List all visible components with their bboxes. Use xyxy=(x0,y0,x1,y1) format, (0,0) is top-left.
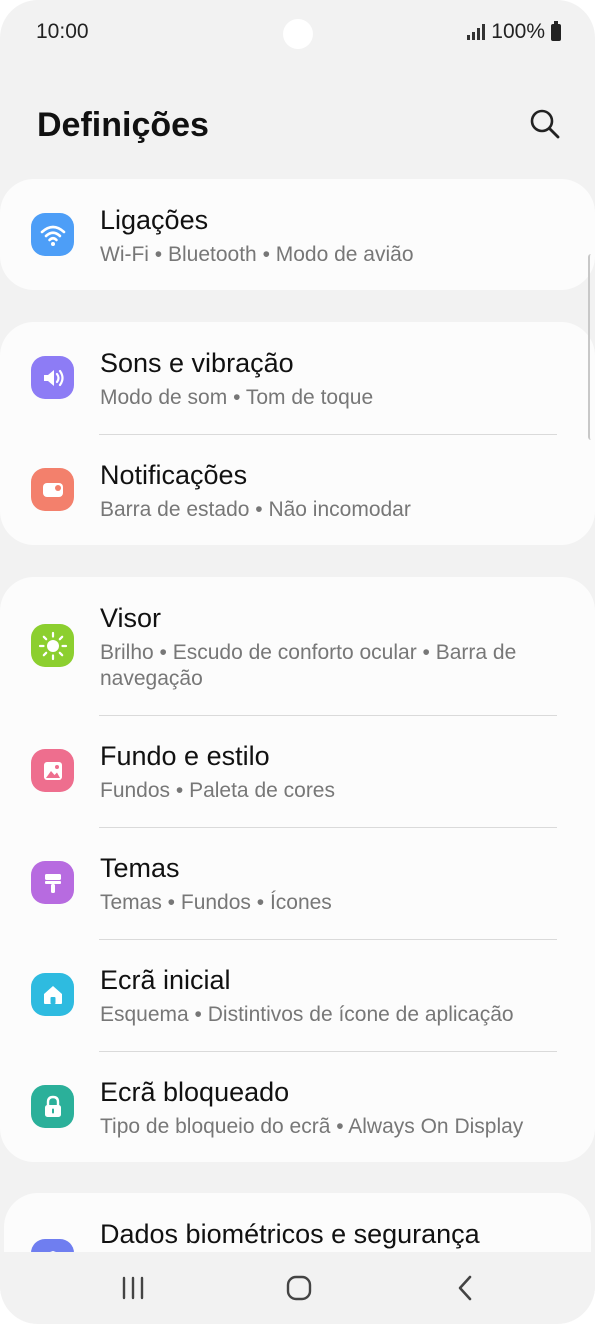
home-icon-container xyxy=(31,973,74,1016)
lock-icon-container xyxy=(31,1085,74,1128)
settings-item-connections[interactable]: Ligações Wi-Fi • Bluetooth • Modo de avi… xyxy=(0,179,595,290)
card-connections: Ligações Wi-Fi • Bluetooth • Modo de avi… xyxy=(0,179,595,290)
settings-item-lock-screen[interactable]: Ecrã bloqueado Tipo de bloqueio do ecrã … xyxy=(0,1051,595,1162)
scroll-indicator[interactable] xyxy=(588,254,595,440)
item-subtitle: Barra de estado • Não incomodar xyxy=(100,498,411,521)
item-title: Fundo e estilo xyxy=(100,741,270,771)
item-subtitle: Wi-Fi • Bluetooth • Modo de avião xyxy=(100,243,414,266)
volume-icon-container xyxy=(31,356,74,399)
home-button[interactable] xyxy=(274,1266,324,1310)
item-title: Ecrã bloqueado xyxy=(100,1077,290,1107)
wifi-icon xyxy=(40,225,65,246)
settings-item-home-screen[interactable]: Ecrã inicial Esquema • Distintivos de íc… xyxy=(0,939,595,1051)
camera-cutout xyxy=(283,19,313,49)
item-title: Sons e vibração xyxy=(100,348,294,378)
recent-apps-button[interactable] xyxy=(108,1266,158,1310)
recent-apps-icon xyxy=(122,1276,144,1300)
item-title: Visor xyxy=(100,603,162,633)
sun-icon xyxy=(38,631,67,660)
item-title: Notificações xyxy=(100,460,248,490)
status-time: 10:00 xyxy=(36,20,89,43)
settings-item-display[interactable]: Visor Brilho • Escudo de conforto ocular… xyxy=(0,577,595,715)
battery-icon xyxy=(551,20,561,41)
item-subtitle: Brilho • Escudo de conforto ocular • Bar… xyxy=(100,641,517,690)
home-icon xyxy=(43,985,62,1004)
settings-item-sounds[interactable]: Sons e vibração Modo de som • Tom de toq… xyxy=(0,322,595,434)
item-title: Dados biométricos e segurança xyxy=(100,1219,480,1249)
search-icon xyxy=(530,109,560,139)
notification-icon xyxy=(42,482,63,497)
item-subtitle: Tipo de bloqueio do ecrã • Always On Dis… xyxy=(100,1115,524,1138)
status-bar: 10:00 100% xyxy=(0,0,595,66)
signal-icon xyxy=(467,24,486,40)
card-sounds-notifications: Sons e vibração Modo de som • Tom de toq… xyxy=(0,322,595,545)
phone-screen: 10:00 100% Definições Ligações Wi-Fi • B… xyxy=(0,0,595,1324)
wifi-icon-container xyxy=(31,213,74,256)
settings-item-notifications[interactable]: Notificações Barra de estado • Não incom… xyxy=(0,434,595,545)
battery-percentage: 100% xyxy=(491,20,545,43)
sun-icon-container xyxy=(31,624,74,667)
wallpaper-icon xyxy=(43,761,62,780)
search-button[interactable] xyxy=(527,106,563,142)
status-icons: 100% xyxy=(467,20,561,44)
header: Definições xyxy=(37,96,565,156)
back-button[interactable] xyxy=(440,1266,490,1310)
item-title: Ecrã inicial xyxy=(100,965,231,995)
card-display: Visor Brilho • Escudo de conforto ocular… xyxy=(0,577,595,1162)
settings-item-wallpaper[interactable]: Fundo e estilo Fundos • Paleta de cores xyxy=(0,715,595,827)
item-subtitle: Fundos • Paleta de cores xyxy=(100,779,335,802)
item-subtitle: Temas • Fundos • Ícones xyxy=(100,891,332,914)
item-title: Ligações xyxy=(100,205,209,235)
wallpaper-icon-container xyxy=(31,749,74,792)
notification-icon-container xyxy=(31,468,74,511)
home-circle-icon xyxy=(286,1275,312,1301)
navigation-bar xyxy=(0,1252,595,1324)
item-title: Temas xyxy=(100,853,180,883)
settings-item-themes[interactable]: Temas Temas • Fundos • Ícones xyxy=(0,827,595,939)
item-subtitle: Modo de som • Tom de toque xyxy=(100,386,374,409)
page-title: Definições xyxy=(37,106,209,144)
lock-icon xyxy=(44,1095,61,1117)
paintbrush-icon xyxy=(44,873,61,893)
volume-icon xyxy=(43,369,64,386)
back-chevron-icon xyxy=(458,1275,472,1301)
paintbrush-icon-container xyxy=(31,861,74,904)
item-subtitle: Esquema • Distintivos de ícone de aplica… xyxy=(100,1003,514,1026)
